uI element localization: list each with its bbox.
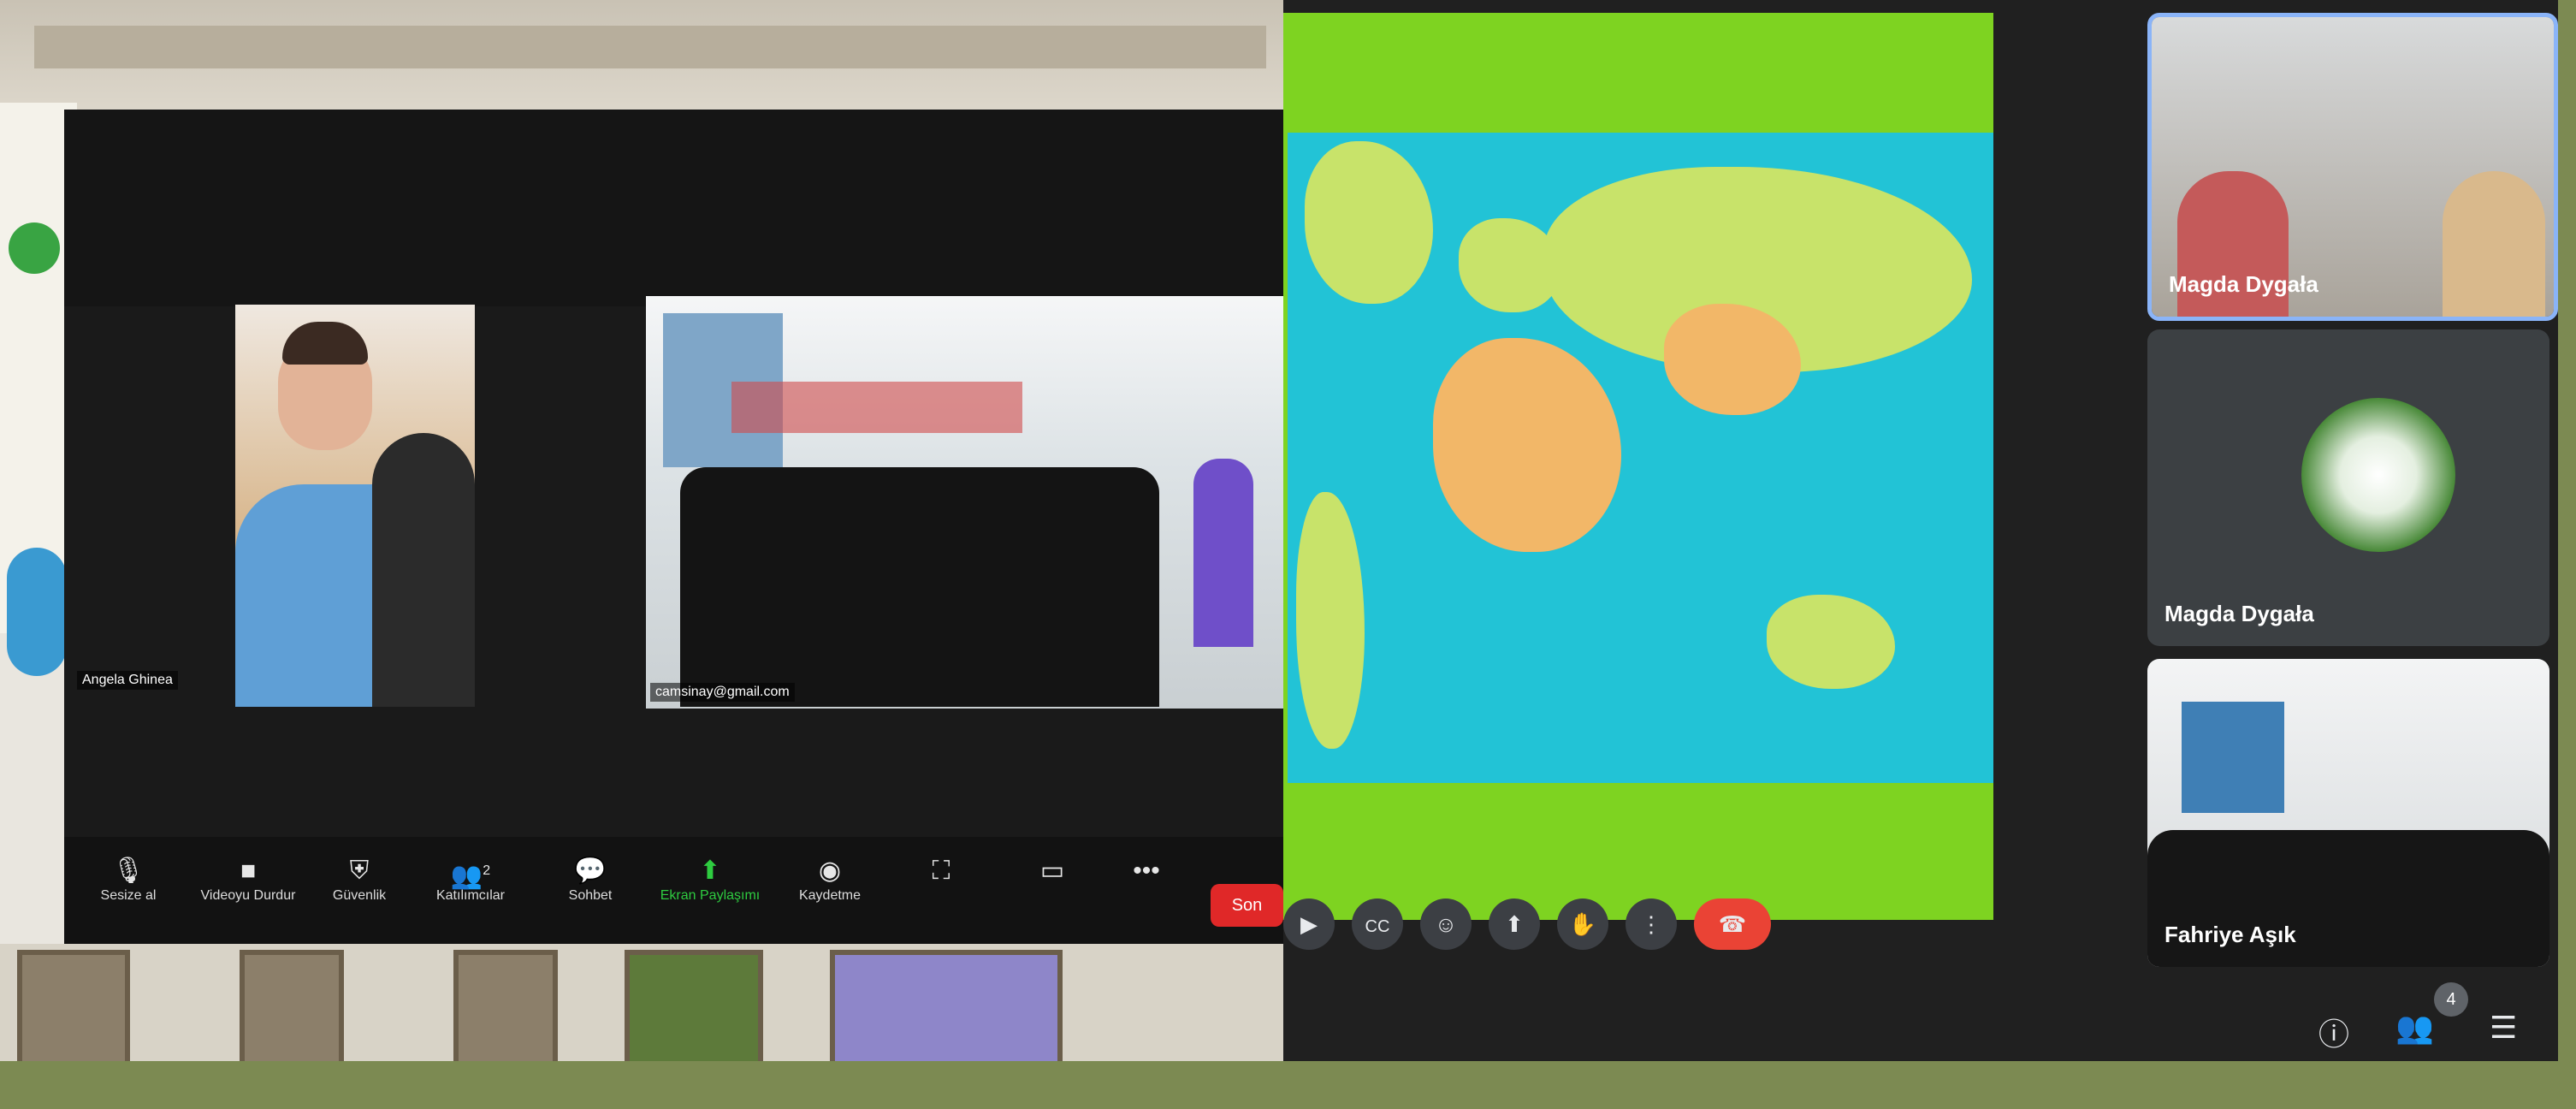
record-icon: ◉ [818,857,842,885]
avatar [2301,398,2455,552]
classroom-cabinet [2182,702,2284,813]
meet-toolbar: ▶ CC ☺ ⬆ ✋ ⋮ ☎ [1283,873,1968,967]
participant-tile-3[interactable]: Fahriye Aşık [2147,659,2549,967]
second-person [372,433,475,707]
flower-picture [830,950,1063,1061]
mute-button[interactable]: 🎙 Sesize al [64,854,192,904]
more-button[interactable]: ••• [1082,854,1211,888]
participant-tile-2[interactable]: Magda Dygała [2147,329,2549,646]
share-screen-button[interactable]: ⬆ Ekran Paylaşımı [646,854,774,904]
zoom-toolbar: 🎙 Sesize al ■ Videoyu Durdur ⛨ Güvenlik 👥2 K… [64,837,1283,944]
australia [1767,595,1895,689]
students-group [680,467,1159,707]
present-button[interactable]: ⬆ [1489,898,1540,950]
participant-name: Magda Dygała [2169,271,2318,297]
zoom-window: Angela Ghinea camsinay@gmail.com 🎙 Sesize… [64,110,1283,944]
world-map [1288,133,1993,783]
security-button[interactable]: ⛨ Güvenlik [295,854,423,904]
zoom-photo: Angela Ghinea camsinay@gmail.com 🎙 Sesize… [0,0,1283,1061]
reactions-icon: ⛶ [932,857,950,885]
participant-name: Fahriye Aşık [2164,922,2296,947]
shield-icon: ⛨ [349,857,370,885]
share-screen-icon: ⬆ [699,857,721,885]
wall-frame [17,950,130,1061]
more-icon: ••• [1133,857,1160,885]
teacher [1193,459,1253,647]
present-icon: ⬆ [1505,911,1524,937]
end-call-icon: ☎ [1718,911,1747,937]
end-meeting-button[interactable]: Son [1211,884,1283,927]
raise-hand-button[interactable]: ✋ [1557,898,1608,950]
emoji-button[interactable]: ☺ [1420,898,1472,950]
end-call-button[interactable]: ☎ [1694,898,1771,950]
shared-slide [1283,13,1993,920]
camera-button[interactable]: ▶ [1283,898,1335,950]
participant-name: Magda Dygała [2164,601,2314,626]
reactions-button[interactable]: ⛶ [877,854,1005,888]
record-button[interactable]: ◉ Kaydetme [766,854,894,904]
microphone-icon: 🎙 [111,857,145,885]
info-icon[interactable]: ⓘ [2318,1010,2349,1054]
ceiling-bar [34,26,1266,68]
chat-icon: 💬 [574,857,607,885]
emoji-icon: ☺ [1434,911,1458,937]
participant-1-name: Angela Ghinea [77,671,178,690]
chat-icon[interactable]: ☰ [2490,1010,2517,1046]
raise-hand-icon: ✋ [1568,911,1597,937]
wall-frame [240,950,344,1061]
wall-frame [453,950,558,1061]
meet-photo: ▶ CC ☺ ⬆ ✋ ⋮ ☎ Magda Dygała Magda Dygała… [1283,0,2558,1061]
leaf-icon [9,222,60,274]
captions-icon: CC [1365,917,1390,936]
red-desks [731,382,1022,433]
participant-tile-1[interactable]: Magda Dygała [2147,13,2558,321]
africa [1433,338,1621,552]
flower-picture [625,950,763,1061]
captions-button[interactable]: CC [1352,898,1403,950]
north-america [1305,141,1433,304]
earth-icon [7,548,67,676]
video-tile-participant-2[interactable] [646,296,1283,709]
more-options-button[interactable]: ⋮ [1626,898,1677,950]
more-vert-icon: ⋮ [1640,911,1662,937]
video-tile-participant-1[interactable] [235,305,475,707]
camera-icon: ▶ [1300,911,1318,937]
person [2443,171,2545,317]
participants-icon: 👥2 [450,862,491,890]
video-camera-icon: ■ [240,857,257,885]
participants-button[interactable]: 👥2 Katılımcılar [406,854,535,904]
participant-2-name: camsinay@gmail.com [650,683,795,702]
participant-count-badge: 4 [2434,982,2468,1017]
south-america [1296,492,1365,749]
zoom-top-area [64,110,1283,306]
chat-button[interactable]: 💬 Sohbet [526,854,654,904]
stop-video-button[interactable]: ■ Videoyu Durdur [184,854,312,904]
people-icon[interactable]: 👥 [2395,1010,2434,1046]
